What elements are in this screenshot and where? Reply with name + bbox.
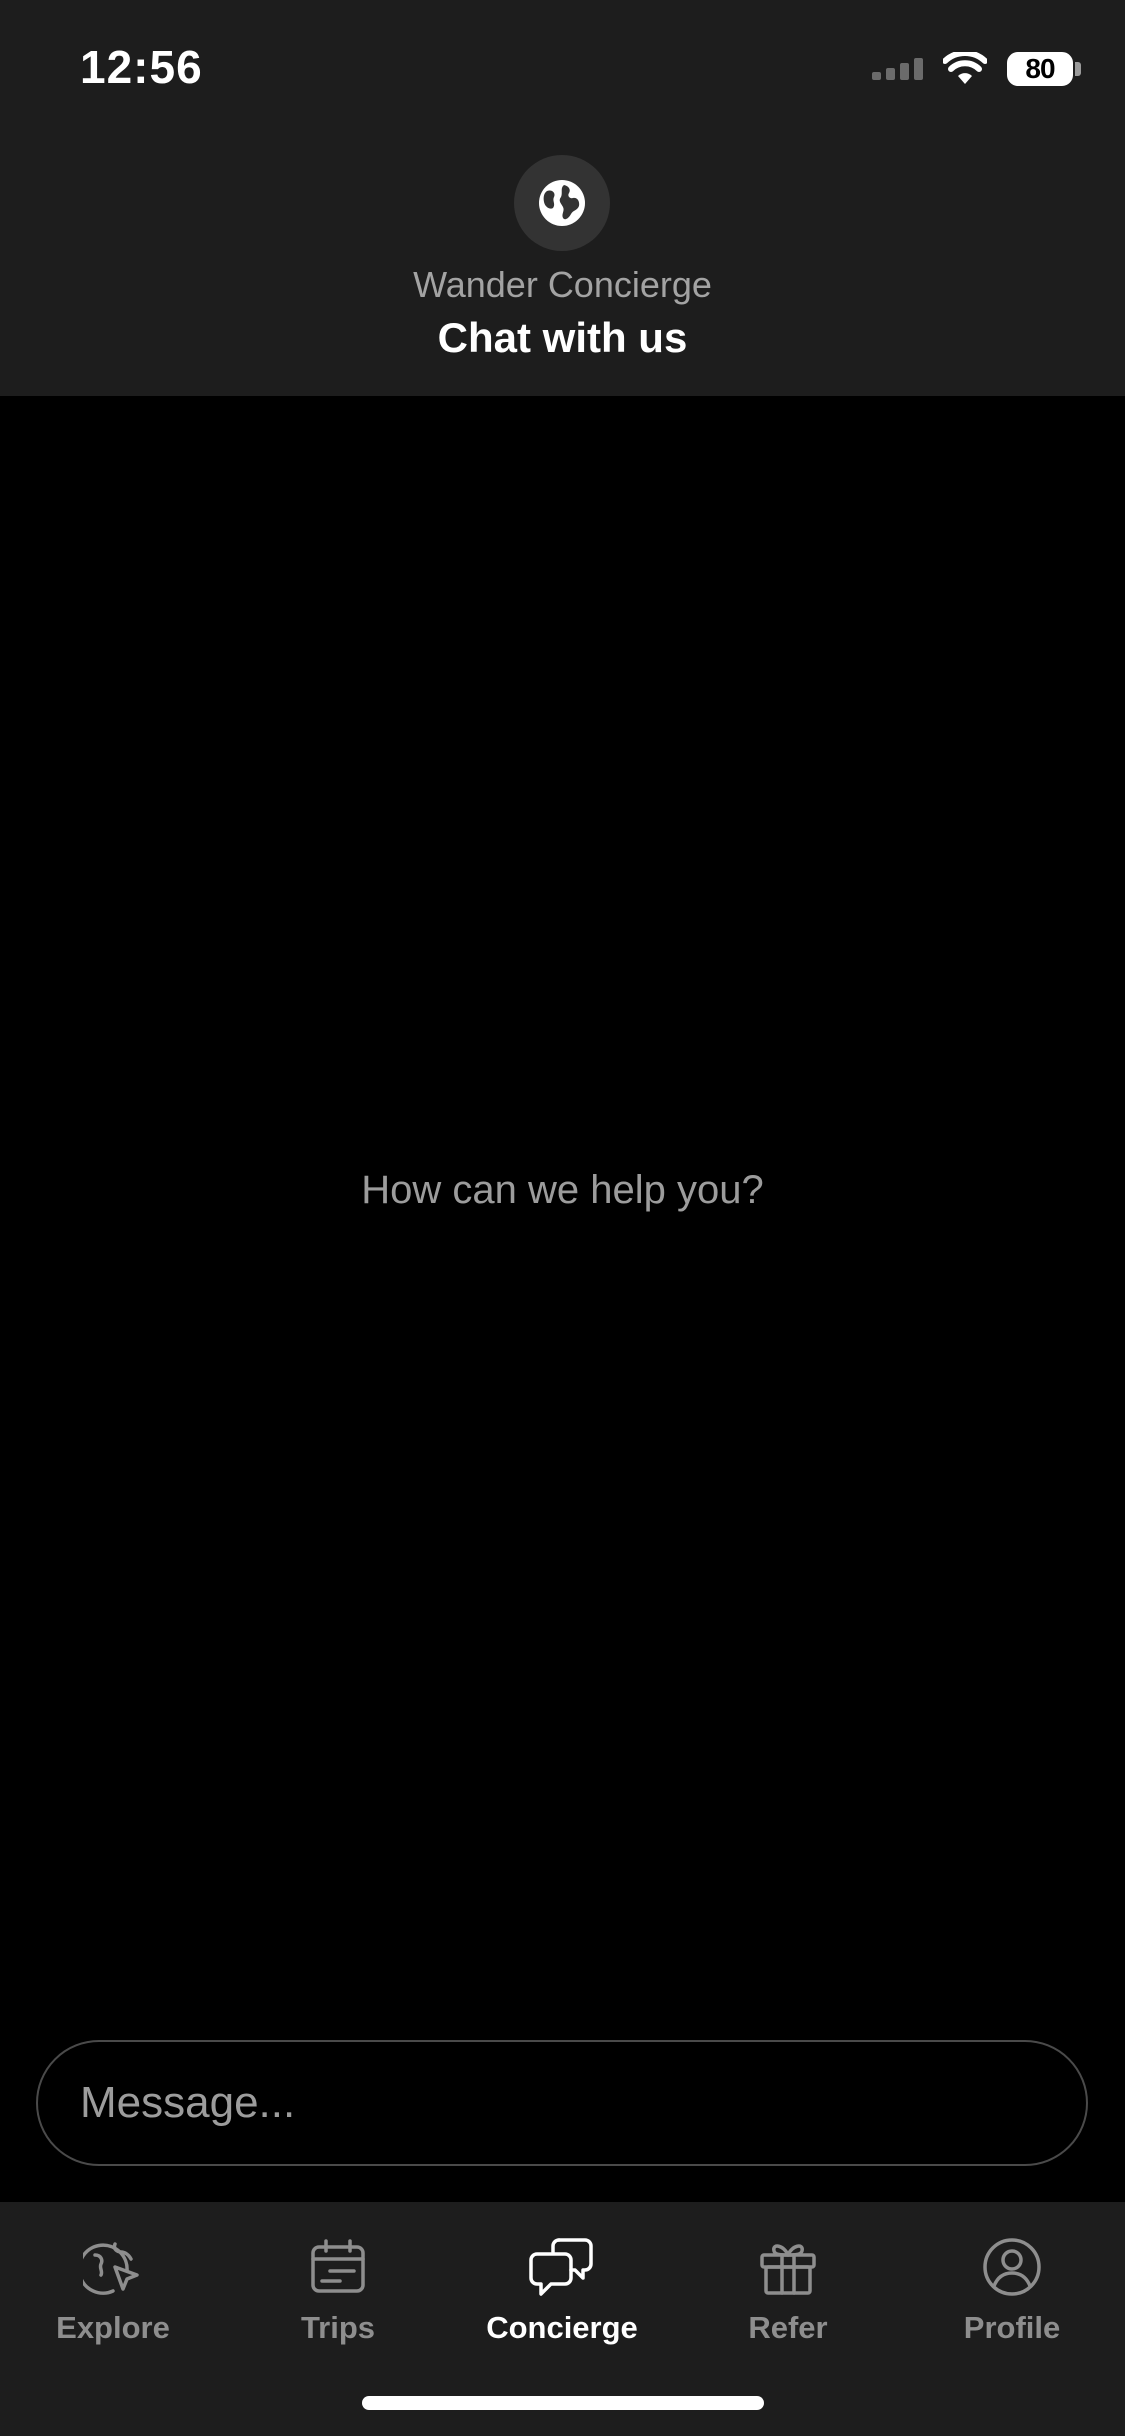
battery-icon: 80 (1007, 52, 1073, 86)
header-subtitle: Wander Concierge (413, 264, 712, 305)
empty-state-prompt: How can we help you? (361, 1168, 764, 1212)
message-composer[interactable] (36, 2040, 1088, 2166)
calendar-icon (305, 2234, 371, 2300)
tab-explore-label: Explore (56, 2310, 170, 2345)
tab-profile[interactable]: Profile (912, 2234, 1112, 2354)
home-indicator (362, 2396, 764, 2410)
gift-icon (755, 2234, 821, 2300)
top-bar: 12:56 80 Wander Concierge Chat with us (0, 0, 1125, 396)
concierge-avatar (514, 155, 610, 251)
tab-bar: Explore Trips Concierge Refer Profile (0, 2202, 1125, 2436)
status-time: 12:56 (80, 41, 203, 93)
tab-explore[interactable]: Explore (13, 2234, 213, 2354)
chat-area[interactable]: How can we help you? (0, 396, 1125, 2202)
tab-profile-label: Profile (963, 2310, 1061, 2345)
globe-icon (539, 180, 585, 226)
tab-refer[interactable]: Refer (688, 2234, 888, 2354)
tab-concierge[interactable]: Concierge (462, 2234, 662, 2354)
tab-refer-label: Refer (748, 2310, 828, 2345)
chat-bubbles-icon (529, 2234, 595, 2300)
battery-level: 80 (1025, 53, 1055, 84)
message-input[interactable] (78, 2077, 1046, 2129)
tab-concierge-label: Concierge (486, 2310, 638, 2345)
globe-cursor-icon (80, 2234, 146, 2300)
battery-tip (1075, 62, 1081, 76)
wifi-icon (943, 52, 987, 84)
status-icons: 80 (872, 48, 1081, 90)
tab-trips[interactable]: Trips (238, 2234, 438, 2354)
header-title: Chat with us (437, 314, 688, 361)
tab-trips-label: Trips (300, 2310, 376, 2345)
user-circle-icon (979, 2234, 1045, 2300)
cellular-signal-icon (872, 58, 923, 80)
